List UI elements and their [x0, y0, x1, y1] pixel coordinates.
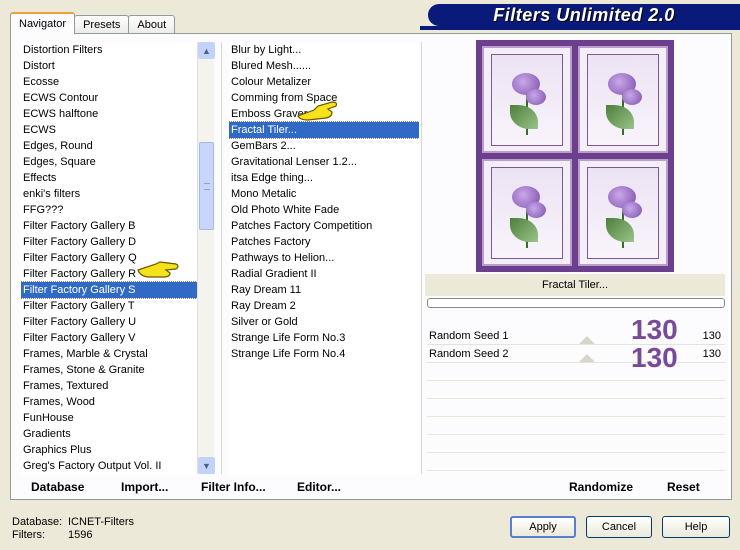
- database-button[interactable]: Database: [31, 480, 84, 494]
- help-button[interactable]: Help: [662, 516, 730, 538]
- list-item[interactable]: Old Photo White Fade: [229, 202, 419, 218]
- database-status-value: ICNET-Filters: [68, 516, 134, 528]
- param-row-empty: [427, 382, 725, 399]
- divider: [221, 42, 222, 474]
- list-item[interactable]: FunHouse: [21, 410, 199, 426]
- scroll-up-button[interactable]: ▲: [198, 42, 215, 59]
- divider: [421, 42, 422, 474]
- preview-tile: [578, 46, 668, 153]
- param-row-empty: [427, 418, 725, 435]
- list-item[interactable]: Filter Factory Gallery B: [21, 218, 199, 234]
- list-item[interactable]: Frames, Textured: [21, 378, 199, 394]
- apply-button[interactable]: Apply: [510, 516, 576, 538]
- list-item[interactable]: Filter Factory Gallery S: [21, 281, 199, 299]
- list-item[interactable]: Silver or Gold: [229, 314, 419, 330]
- list-item[interactable]: Mono Metalic: [229, 186, 419, 202]
- list-item[interactable]: Patches Factory: [229, 234, 419, 250]
- list-item[interactable]: Colour Metalizer: [229, 74, 419, 90]
- banner-underline: [420, 26, 740, 30]
- list-item[interactable]: Fractal Tiler...: [229, 121, 419, 139]
- list-item[interactable]: Radial Gradient II: [229, 266, 419, 282]
- list-item[interactable]: Filter Factory Gallery D: [21, 234, 199, 250]
- list-item[interactable]: Frames, Wood: [21, 394, 199, 410]
- reset-button[interactable]: Reset: [667, 480, 700, 494]
- preview-caption: Fractal Tiler...: [425, 274, 725, 296]
- cancel-button[interactable]: Cancel: [586, 516, 652, 538]
- chevron-up-icon: ▲: [202, 45, 211, 56]
- param-row-empty: [427, 454, 725, 471]
- editor-button[interactable]: Editor...: [297, 480, 341, 494]
- scroll-down-button[interactable]: ▼: [198, 457, 215, 474]
- param-row-empty: [427, 400, 725, 417]
- list-item[interactable]: Pathways to Helion...: [229, 250, 419, 266]
- list-item[interactable]: Gradients: [21, 426, 199, 442]
- pointing-hand-icon: [297, 101, 338, 121]
- param-value: 130: [702, 348, 721, 360]
- param-label: Random Seed 2: [429, 348, 509, 360]
- list-item[interactable]: Filter Factory Gallery T: [21, 298, 199, 314]
- list-item[interactable]: Ray Dream 11: [229, 282, 419, 298]
- list-item[interactable]: Frames, Stone & Granite: [21, 362, 199, 378]
- list-item[interactable]: Ecosse: [21, 74, 199, 90]
- list-item[interactable]: Edges, Round: [21, 138, 199, 154]
- preview-tile: [482, 46, 572, 153]
- param-big-value: 130: [631, 314, 678, 345]
- list-item[interactable]: FFG???: [21, 202, 199, 218]
- param-row-seed-1[interactable]: Random Seed 1 130 130: [427, 316, 725, 345]
- list-item[interactable]: Blur by Light...: [229, 42, 419, 58]
- param-row-seed-2[interactable]: Random Seed 2 130 130: [427, 344, 725, 372]
- list-item[interactable]: Graphics Plus: [21, 442, 199, 458]
- list-item[interactable]: ECWS: [21, 122, 199, 138]
- param-row-empty: [427, 436, 725, 453]
- preview-tile: [578, 159, 668, 266]
- tab-about[interactable]: About: [128, 15, 176, 34]
- pointing-hand-icon: [137, 261, 179, 278]
- list-item[interactable]: Distortion Filters: [21, 42, 199, 58]
- app-title-banner: Filters Unlimited 2.0: [428, 4, 740, 26]
- chevron-down-icon: ▼: [202, 460, 211, 471]
- slider-thumb-icon[interactable]: [579, 354, 595, 362]
- list-item[interactable]: enki's filters: [21, 186, 199, 202]
- scroll-thumb[interactable]: [199, 142, 214, 230]
- tab-navigator[interactable]: Navigator: [10, 12, 76, 34]
- list-item[interactable]: Strange Life Form No.4: [229, 346, 419, 362]
- randomize-button[interactable]: Randomize: [569, 480, 633, 494]
- list-item[interactable]: itsa Edge thing...: [229, 170, 419, 186]
- list-item[interactable]: Distort: [21, 58, 199, 74]
- param-label: Random Seed 1: [429, 330, 509, 342]
- list-item[interactable]: GemBars 2...: [229, 138, 419, 154]
- list-item[interactable]: Frames, Marble & Crystal: [21, 346, 199, 362]
- progress-bar: [427, 298, 725, 308]
- list-item[interactable]: Effects: [21, 170, 199, 186]
- preview-tile: [482, 159, 572, 266]
- grip-icon: [204, 183, 210, 190]
- filter-preview: [476, 40, 674, 272]
- param-row-empty: [427, 364, 725, 381]
- list-item[interactable]: Ray Dream 2: [229, 298, 419, 314]
- list-item[interactable]: ECWS Contour: [21, 90, 199, 106]
- list-item[interactable]: Blured Mesh......: [229, 58, 419, 74]
- import-button[interactable]: Import...: [121, 480, 168, 494]
- list-item[interactable]: Patches Factory Competition: [229, 218, 419, 234]
- tab-presets[interactable]: Presets: [74, 15, 130, 34]
- list-item[interactable]: Filter Factory Gallery U: [21, 314, 199, 330]
- list-item[interactable]: Strange Life Form No.3: [229, 330, 419, 346]
- list-item[interactable]: ECWS halftone: [21, 106, 199, 122]
- navigator-panel: Distortion Filters Distort Ecosse ECWS Cont…: [10, 33, 732, 500]
- param-value: 130: [702, 330, 721, 342]
- database-status-label: Database:: [12, 516, 63, 528]
- filter-info-button[interactable]: Filter Info...: [201, 480, 266, 494]
- list-item[interactable]: Edges, Square: [21, 154, 199, 170]
- category-scrollbar[interactable]: ▲ ▼: [197, 42, 215, 474]
- slider-thumb-icon[interactable]: [579, 336, 595, 344]
- tab-bar: Navigator Presets About: [10, 12, 176, 34]
- list-item[interactable]: Filter Factory Gallery V: [21, 330, 199, 346]
- filters-count-label: Filters:: [12, 529, 45, 541]
- list-item[interactable]: Greg's Factory Output Vol. II: [21, 458, 199, 474]
- filters-count-value: 1596: [68, 529, 93, 541]
- preview-caption-text: Fractal Tiler...: [541, 279, 609, 291]
- list-item[interactable]: Gravitational Lenser 1.2...: [229, 154, 419, 170]
